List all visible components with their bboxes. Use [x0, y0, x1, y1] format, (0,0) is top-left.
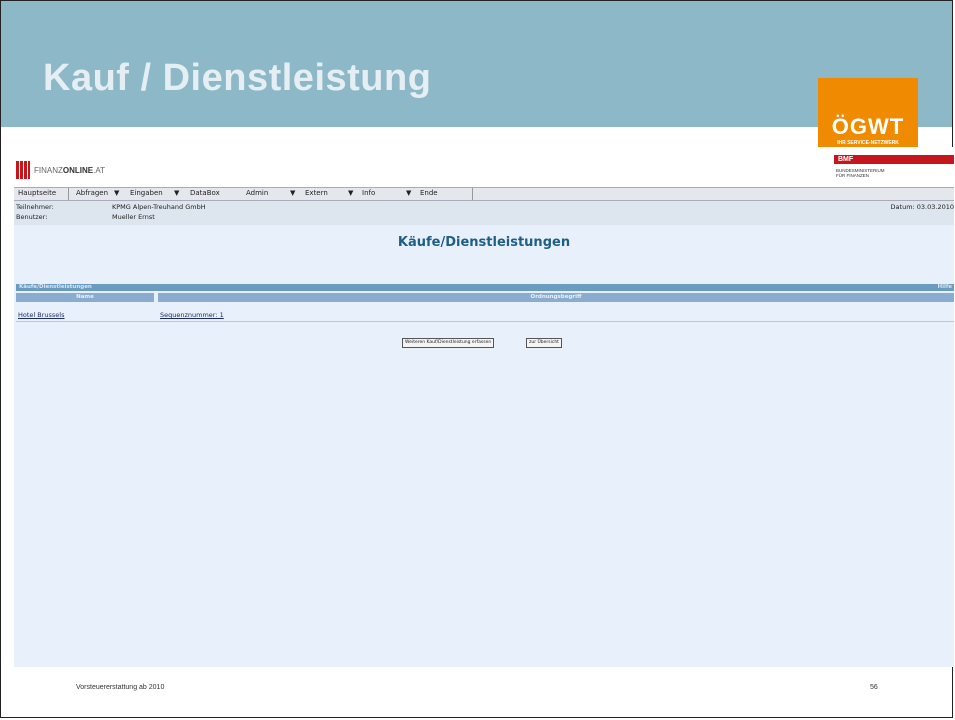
finanzonline-logo-text: FINANZONLINE.AT [34, 165, 105, 175]
overview-button[interactable]: zur Übersicht [526, 338, 562, 348]
menu-separator [68, 188, 69, 200]
slide-header: Kauf / Dienstleistung [1, 1, 952, 127]
session-info-bar: Teilnehmer: KPMG Alpen-Treuhand GmbH Ben… [14, 201, 954, 225]
slide-footer-text: Vorsteuererstattung ab 2010 [76, 684, 165, 691]
menu-databox[interactable]: DataBox [190, 189, 220, 197]
chevron-down-icon[interactable]: ▼ [348, 189, 353, 197]
row-name-link[interactable]: Hotel Brussels [18, 311, 65, 319]
chevron-down-icon[interactable]: ▼ [174, 189, 179, 197]
menu-separator [472, 188, 473, 200]
menu-admin[interactable]: Admin [246, 189, 268, 197]
column-header-name[interactable]: Name [16, 293, 154, 302]
benutzer-value: Mueller Ernst [112, 213, 155, 221]
row-divider [16, 321, 954, 322]
chevron-down-icon[interactable]: ▼ [114, 189, 119, 197]
main-menu: Hauptseite Abfragen ▼ Eingaben ▼ DataBox… [14, 187, 954, 201]
datum: Datum: 03.03.2010 [890, 203, 954, 211]
bmf-logo-subtitle: BUNDESMINISTERIUM FÜR FINANZEN [836, 168, 885, 178]
slide-title: Kauf / Dienstleistung [43, 57, 432, 99]
help-link[interactable]: Hilfe [938, 284, 953, 290]
menu-ende[interactable]: Ende [420, 189, 438, 197]
ogwt-logo: ÖGWT IHR SERVICE-NETZWERK [818, 78, 918, 156]
add-purchase-button[interactable]: Weiteren Kauf/Dienstleistung erfassen [402, 338, 495, 348]
ogwt-logo-tagline: IHR SERVICE-NETZWERK [837, 140, 899, 146]
row-ordnungsbegriff-link[interactable]: Sequenznummer: 1 [160, 311, 224, 319]
bmf-logo: BMF BUNDESMINISTERIUM FÜR FINANZEN [834, 155, 954, 185]
chevron-down-icon[interactable]: ▼ [406, 189, 411, 197]
finanzonline-logo-icon [16, 161, 30, 179]
finanzonline-screenshot: FINANZONLINE.AT BMF BUNDESMINISTERIUM FÜR… [14, 147, 954, 667]
table-title-bar: Käufe/Dienstleistungen Hilfe [16, 284, 954, 291]
slide-page-number: 56 [870, 684, 878, 691]
teilnehmer-label: Teilnehmer: [16, 203, 54, 211]
bmf-logo-label: BMF [834, 155, 954, 164]
column-header-ordnungsbegriff[interactable]: Ordnungsbegriff [158, 293, 954, 302]
menu-abfragen[interactable]: Abfragen [76, 189, 108, 197]
finanzonline-logo: FINANZONLINE.AT [16, 161, 105, 179]
table-row: Hotel Brussels Sequenznummer: 1 [16, 311, 954, 320]
menu-hauptseite[interactable]: Hauptseite [18, 189, 56, 197]
table-header-row: Name Ordnungsbegriff [16, 293, 954, 302]
menu-info[interactable]: Info [362, 189, 375, 197]
benutzer-label: Benutzer: [16, 213, 48, 221]
table-title: Käufe/Dienstleistungen [19, 284, 92, 290]
teilnehmer-value: KPMG Alpen-Treuhand GmbH [112, 203, 206, 211]
main-content: Käufe/Dienstleistungen Käufe/Dienstleist… [14, 225, 954, 667]
chevron-down-icon[interactable]: ▼ [290, 189, 295, 197]
menu-extern[interactable]: Extern [305, 189, 328, 197]
menu-eingaben[interactable]: Eingaben [130, 189, 163, 197]
ogwt-logo-name: ÖGWT [831, 114, 905, 139]
page-heading: Käufe/Dienstleistungen [397, 235, 571, 250]
